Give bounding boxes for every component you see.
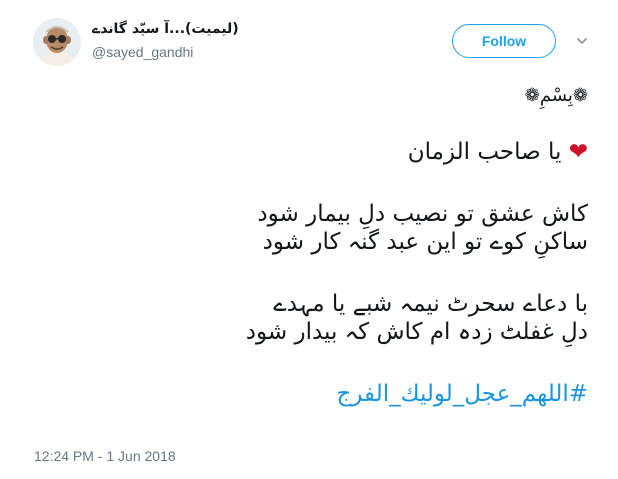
- follow-button[interactable]: Follow: [452, 24, 556, 58]
- tweet-line-5: دلِ غفلٹ زدہ ام کاش کہ بیدار شود: [245, 319, 588, 345]
- tweet-card: (لیمیت)...آ سیّد گاندے @sayed_gandhi Fol…: [0, 0, 618, 479]
- author-handle[interactable]: @sayed_gandhi: [92, 44, 193, 60]
- tweet-line-1-text: یا صاحب الزمان: [407, 139, 562, 165]
- tweet-hashtag-link[interactable]: #اللهم_عجل_لوليك_الفرج: [28, 380, 588, 408]
- tweet-line-4: با دعاے سحرٹ نیمہ شبے یا مہدے: [273, 291, 588, 317]
- tweet-basmala: ❁بِسْمِ❁: [524, 85, 588, 106]
- follow-button-label: Follow: [481, 33, 527, 49]
- heart-icon: ❤: [568, 139, 588, 165]
- author-display-name[interactable]: (لیمیت)...آ سیّد گاندے: [92, 21, 239, 37]
- tweet-line-3: ساکنِ کوے تو این عبد گنہ کار شود: [262, 229, 588, 255]
- tweet-timestamp[interactable]: 12:24 PM - 1 Jun 2018: [34, 448, 176, 464]
- chevron-down-icon[interactable]: [576, 35, 588, 47]
- tweet-line-1: ❤ یا صاحب الزمان: [28, 138, 588, 166]
- avatar-image: [33, 18, 81, 66]
- tweet-line-2: کاش عشق تو نصیب دلِ بیمار شود: [257, 201, 588, 227]
- avatar[interactable]: [33, 18, 81, 66]
- tweet-text: ❁بِسْمِ❁ ❤ یا صاحب الزمان کاش عشق تو نصی…: [28, 82, 588, 408]
